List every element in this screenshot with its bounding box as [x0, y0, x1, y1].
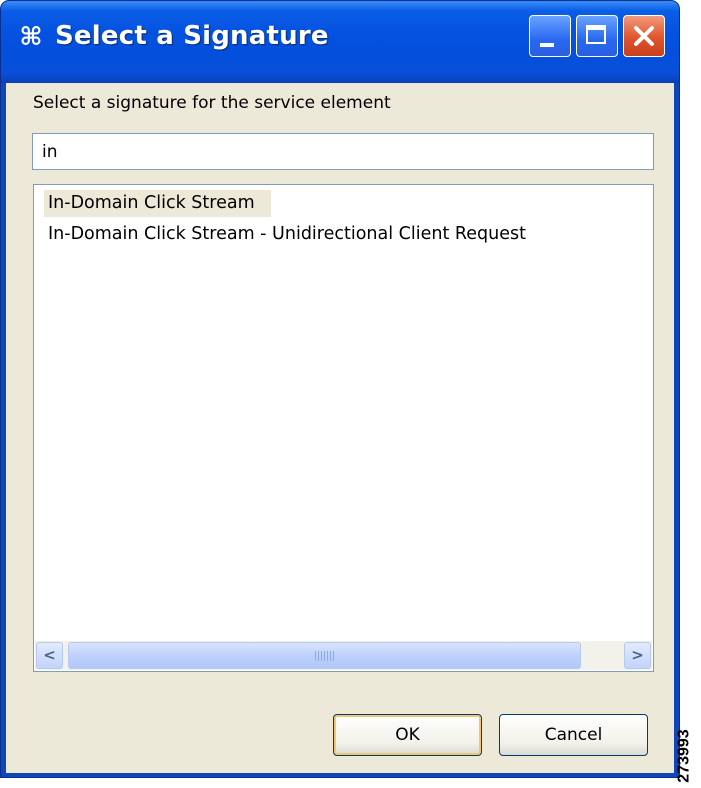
list-item[interactable]: In-Domain Click Stream - Unidirectional … — [44, 221, 530, 248]
scroll-thumb[interactable] — [68, 642, 581, 669]
prompt-label: Select a signature for the service eleme… — [33, 93, 391, 113]
grip-icon — [315, 651, 335, 661]
search-input[interactable] — [32, 133, 654, 170]
app-icon: ⌘ — [19, 22, 43, 51]
ok-button[interactable]: OK — [333, 714, 482, 756]
figure-id-label: 273993 — [675, 729, 693, 783]
dialog-window: ⌘ Select a Signature Select a signature … — [0, 0, 680, 778]
cancel-button[interactable]: Cancel — [499, 714, 648, 756]
horizontal-scrollbar[interactable]: < > — [35, 641, 652, 670]
chevron-right-icon: > — [631, 646, 644, 664]
signature-list[interactable]: In-Domain Click Stream In-Domain Click S… — [33, 184, 654, 672]
close-button[interactable] — [623, 15, 665, 57]
scroll-right-button[interactable]: > — [624, 642, 651, 669]
window-title: Select a Signature — [55, 21, 329, 51]
maximize-button[interactable] — [576, 15, 618, 57]
minimize-button[interactable] — [529, 15, 571, 57]
figure-id: 273993 — [676, 726, 701, 788]
list-item[interactable]: In-Domain Click Stream — [44, 190, 271, 217]
dialog-body: Select a signature for the service eleme… — [6, 83, 674, 773]
scroll-left-button[interactable]: < — [36, 642, 63, 669]
title-bar[interactable]: ⌘ Select a Signature — [1, 1, 679, 83]
chevron-left-icon: < — [43, 646, 56, 664]
close-icon — [634, 26, 654, 46]
